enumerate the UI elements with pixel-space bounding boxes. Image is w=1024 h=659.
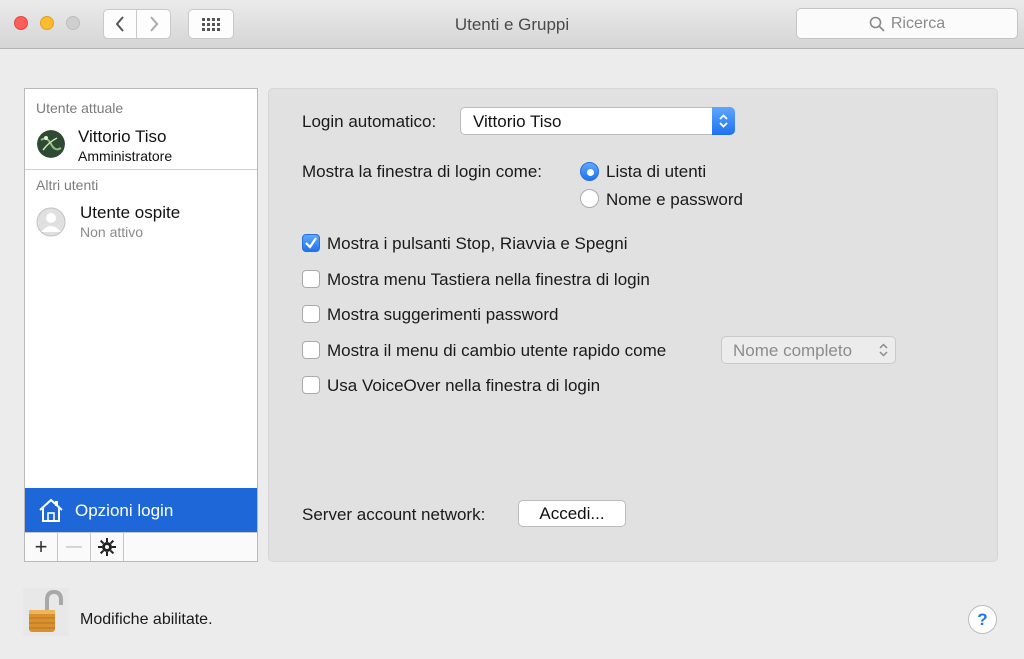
fast-switch-display-select[interactable]: Nome completo xyxy=(721,336,896,364)
other-users-header: Altri utenti xyxy=(36,177,99,193)
radio-name-password-label: Nome e password xyxy=(606,190,744,209)
auto-login-popup[interactable]: Vittorio Tiso xyxy=(460,107,735,135)
sidebar-toolbar: + — xyxy=(25,532,257,561)
users-sidebar: Utente attuale Vittorio Tiso Amministrat… xyxy=(24,88,258,562)
help-button[interactable]: ? xyxy=(968,605,997,634)
action-menu-button[interactable] xyxy=(91,533,124,561)
checkmark-icon xyxy=(305,237,317,249)
auto-login-label: Login automatico: xyxy=(302,112,437,131)
checkbox-show-password-hints[interactable] xyxy=(302,305,320,323)
lock-status-text: Modifiche abilitate. xyxy=(80,611,213,628)
current-user-item[interactable]: Vittorio Tiso Amministratore xyxy=(25,125,257,169)
guest-user-name: Utente ospite xyxy=(80,203,181,222)
network-server-label: Server account network: xyxy=(302,505,486,524)
login-options-panel: Login automatico: Vittorio Tiso Mostra l… xyxy=(268,88,998,562)
checkbox-voiceover-label: Usa VoiceOver nella finestra di login xyxy=(327,376,601,395)
search-field[interactable]: Ricerca xyxy=(796,8,1018,39)
remove-user-button[interactable]: — xyxy=(58,533,91,561)
radio-user-list[interactable] xyxy=(580,162,599,181)
unlocked-padlock-icon[interactable] xyxy=(23,588,69,636)
popup-arrows-icon xyxy=(712,107,735,135)
checkbox-fast-user-switching[interactable] xyxy=(302,341,320,359)
guest-user-status: Non attivo xyxy=(80,224,144,240)
radio-name-password[interactable] xyxy=(580,189,599,208)
updown-arrows-icon xyxy=(879,343,888,357)
current-user-name: Vittorio Tiso xyxy=(78,127,167,146)
house-icon xyxy=(39,498,63,522)
join-network-button[interactable]: Accedi... xyxy=(518,500,626,527)
checkbox-show-power-buttons-label: Mostra i pulsanti Stop, Riavvia e Spegni xyxy=(327,234,628,253)
radio-user-list-label: Lista di utenti xyxy=(606,162,707,181)
checkbox-fast-user-switching-label: Mostra il menu di cambio utente rapido c… xyxy=(327,341,667,360)
guest-user-item[interactable]: Utente ospite Non attivo xyxy=(25,201,257,245)
login-options-item[interactable]: Opzioni login xyxy=(25,488,257,532)
checkbox-voiceover[interactable] xyxy=(302,376,320,394)
add-icon: + xyxy=(34,534,48,559)
search-placeholder: Ricerca xyxy=(890,14,946,32)
checkbox-show-password-hints-label: Mostra suggerimenti password xyxy=(327,305,559,324)
guest-avatar-icon xyxy=(36,207,66,237)
remove-icon: — xyxy=(66,538,82,555)
title-bar: Utenti e Gruppi Ricerca xyxy=(0,0,1024,49)
checkbox-show-input-menu[interactable] xyxy=(302,270,320,288)
user-avatar xyxy=(37,130,65,158)
auto-login-value: Vittorio Tiso xyxy=(473,112,562,131)
current-user-header: Utente attuale xyxy=(36,100,124,116)
checkbox-show-power-buttons[interactable] xyxy=(302,234,320,252)
login-window-label: Mostra la finestra di login come: xyxy=(302,162,542,181)
search-icon xyxy=(869,16,885,32)
fast-switch-display-value: Nome completo xyxy=(733,341,853,360)
checkbox-show-input-menu-label: Mostra menu Tastiera nella finestra di l… xyxy=(327,270,650,289)
add-user-button[interactable]: + xyxy=(25,533,58,561)
login-options-label: Opzioni login xyxy=(75,501,174,520)
sidebar-divider xyxy=(25,169,257,170)
current-user-role: Amministratore xyxy=(78,148,173,164)
gear-icon xyxy=(98,538,116,556)
